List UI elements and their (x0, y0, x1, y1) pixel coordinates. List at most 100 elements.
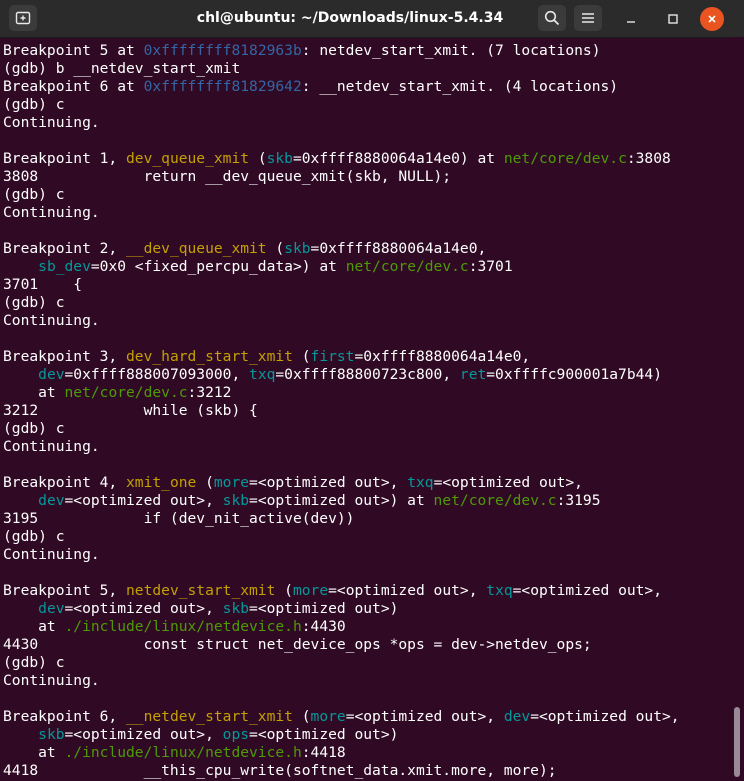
window-title: chl@ubuntu: ~/Downloads/linux-5.4.34 (196, 10, 504, 26)
terminal-line: at ./include/linux/netdevice.h:4418 (3, 744, 680, 762)
minimize-button[interactable] (619, 7, 643, 31)
terminal-text: =<optimized out>, (512, 582, 663, 599)
terminal-text: :3808 (626, 150, 671, 167)
terminal-line: Breakpoint 6, __netdev_start_xmit (more=… (3, 708, 680, 726)
terminal-text: Breakpoint 2, (3, 240, 127, 257)
terminal-text: ( (292, 708, 311, 725)
title-bar: chl@ubuntu: ~/Downloads/linux-5.4.34 (0, 0, 744, 38)
terminal-line: 3195 if (dev_nit_active(dev)) (3, 510, 680, 528)
argument-name: txq (407, 474, 434, 491)
source-file-link: net/core/dev.c (433, 492, 557, 509)
source-file-link: ./include/linux/netdevice.h (64, 744, 302, 761)
terminal-line: (gdb) c (3, 420, 680, 438)
source-file-link: net/core/dev.c (64, 384, 188, 401)
terminal-text: 3701 { (3, 276, 83, 293)
terminal-text: : __netdev_start_xmit. (4 locations) (301, 78, 619, 95)
argument-name: ops (222, 726, 250, 743)
terminal-line: at net/core/dev.c:3212 (3, 384, 680, 402)
terminal-text: =0xffff88800723c800, (275, 366, 460, 383)
terminal-text: Breakpoint 5 at (3, 42, 144, 59)
argument-name: dev (38, 366, 65, 383)
terminal-text: Continuing. (3, 312, 100, 329)
memory-address: 0xffffffff81829642 (143, 78, 302, 95)
terminal-text: =<optimized out>, (64, 726, 223, 743)
terminal-text: 3195 if (dev_nit_active(dev)) (3, 510, 355, 527)
terminal-text: at (3, 744, 65, 761)
terminal-text: (gdb) c (3, 294, 65, 311)
scrollbar[interactable] (730, 37, 744, 781)
menu-button[interactable] (574, 5, 602, 31)
terminal-output[interactable]: Breakpoint 5 at 0xffffffff8182963b: netd… (0, 37, 730, 781)
terminal-text: 4418 __this_cpu_write(softnet_data.xmit.… (3, 762, 557, 779)
terminal-line: (gdb) c (3, 294, 680, 312)
terminal-line: dev=<optimized out>, skb=<optimized out>… (3, 492, 680, 510)
terminal-text: at (3, 618, 65, 635)
hamburger-menu-icon (582, 13, 594, 23)
terminal-text: (gdb) c (3, 186, 65, 203)
terminal-text: Continuing. (3, 546, 100, 563)
function-name: __dev_queue_xmit (126, 240, 267, 257)
terminal-text: =<optimized out>) (249, 600, 399, 617)
terminal-line: Breakpoint 5, netdev_start_xmit (more=<o… (3, 582, 680, 600)
terminal-text: Breakpoint 4, (3, 474, 127, 491)
terminal-text: (gdb) c (3, 96, 65, 113)
scrollbar-thumb[interactable] (734, 707, 740, 777)
argument-name: dev (38, 600, 65, 617)
terminal-text: Breakpoint 6, (3, 708, 127, 725)
function-name: __netdev_start_xmit (126, 708, 293, 725)
terminal-text: =<optimized out>, (328, 582, 487, 599)
function-name: dev_queue_xmit (126, 150, 250, 167)
terminal-text: ( (292, 348, 311, 365)
terminal-line: (gdb) c (3, 654, 680, 672)
terminal-text: =<optimized out>, (433, 474, 583, 491)
terminal-line: 3808 return __dev_queue_xmit(skb, NULL); (3, 168, 680, 186)
argument-name: more (213, 474, 250, 491)
terminal-text: Continuing. (3, 114, 100, 131)
terminal-text: at (3, 384, 65, 401)
terminal-text: =0xffff8880064a14e0) at (292, 150, 504, 167)
terminal-text: :4430 (301, 618, 346, 635)
terminal-text: =<optimized out>, (345, 708, 504, 725)
terminal-line: Breakpoint 3, dev_hard_start_xmit (first… (3, 348, 680, 366)
argument-name: dev (38, 492, 65, 509)
terminal-text: =0x0 <fixed_percpu_data>) at (90, 258, 346, 275)
terminal-line: (gdb) b __netdev_start_xmit (3, 60, 680, 78)
new-tab-button[interactable] (9, 5, 37, 31)
minimize-icon (627, 21, 635, 23)
terminal-text: =0xffff8880064a14e0, (310, 240, 487, 257)
function-name: xmit_one (126, 474, 197, 491)
argument-name: first (310, 348, 355, 365)
terminal-line: sb_dev=0x0 <fixed_percpu_data>) at net/c… (3, 258, 680, 276)
terminal-text: :3701 (468, 258, 513, 275)
argument-name: more (310, 708, 346, 725)
source-file-link: net/core/dev.c (345, 258, 469, 275)
terminal-text: :4418 (301, 744, 346, 761)
terminal-line: Continuing. (3, 114, 680, 132)
function-name: dev_hard_start_xmit (126, 348, 293, 365)
terminal-line: Breakpoint 4, xmit_one (more=<optimized … (3, 474, 680, 492)
terminal-text: 3808 return __dev_queue_xmit(skb, NULL); (3, 168, 452, 185)
terminal-text: Continuing. (3, 672, 100, 689)
terminal-text: ( (266, 240, 285, 257)
new-tab-icon (15, 11, 31, 25)
argument-name: skb (266, 150, 293, 167)
maximize-button[interactable] (661, 7, 685, 31)
terminal-line: (gdb) c (3, 96, 680, 114)
terminal-text: =0xffffc900001a7b44) (486, 366, 662, 383)
terminal-text: Breakpoint 1, (3, 150, 127, 167)
close-button[interactable] (700, 7, 724, 31)
terminal-text: Breakpoint 6 at (3, 78, 144, 95)
terminal-text: :3212 (187, 384, 232, 401)
terminal-text: =<optimized out>, (530, 708, 680, 725)
terminal-line: Continuing. (3, 312, 680, 330)
terminal-line: Breakpoint 6 at 0xffffffff81829642: __ne… (3, 78, 680, 96)
terminal-text: =<optimized out>, (64, 600, 223, 617)
search-button[interactable] (538, 5, 566, 31)
